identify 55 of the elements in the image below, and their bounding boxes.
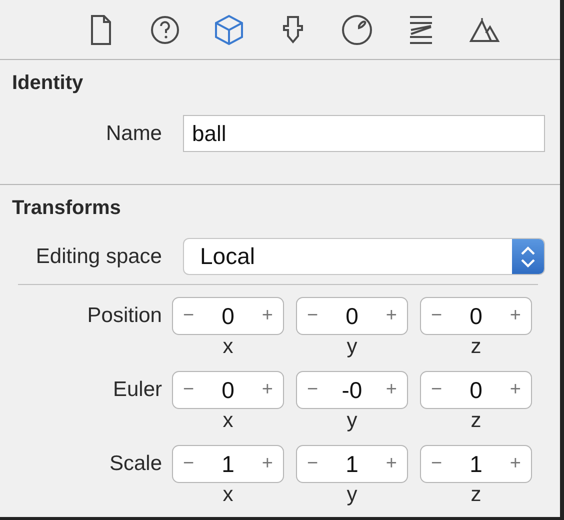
axis-label: x [222, 409, 234, 433]
stepper-value: 0 [468, 302, 484, 330]
field-label: Editing space [34, 244, 163, 268]
decrement-button[interactable]: − [297, 379, 328, 401]
stepper-value: 0 [220, 302, 236, 330]
chevrons-icon [520, 244, 536, 270]
field-label: Scale [108, 451, 163, 477]
number-stepper[interactable]: − 0 + [172, 297, 284, 335]
stepper-value: 1 [468, 450, 484, 478]
decrement-button[interactable]: − [297, 305, 328, 327]
axis-label: x [222, 335, 234, 359]
increment-button[interactable]: + [376, 305, 407, 327]
decrement-button[interactable]: − [421, 305, 452, 327]
field-label: Name [104, 122, 163, 146]
number-stepper[interactable]: − 0 + [420, 297, 532, 335]
number-stepper[interactable]: − 1 + [296, 445, 408, 483]
number-stepper[interactable]: − 0 + [296, 297, 408, 335]
decrement-button[interactable]: − [297, 453, 328, 475]
number-stepper[interactable]: − 0 + [420, 371, 532, 409]
number-stepper[interactable]: − -0 + [296, 371, 408, 409]
name-field[interactable]: ball [183, 115, 545, 152]
editing-space-popup[interactable]: Local [183, 238, 545, 275]
increment-button[interactable]: + [500, 305, 531, 327]
number-stepper[interactable]: − 1 + [172, 445, 284, 483]
increment-button[interactable]: + [500, 379, 531, 401]
increment-button[interactable]: + [376, 379, 407, 401]
decrement-button[interactable]: − [421, 453, 452, 475]
increment-button[interactable]: + [376, 453, 407, 475]
axis-label: z [470, 483, 482, 507]
stepper-value: 1 [344, 450, 360, 478]
axis-label: z [470, 335, 482, 359]
axis-label: z [470, 409, 482, 433]
decrement-button[interactable]: − [421, 379, 452, 401]
decrement-button[interactable]: − [173, 305, 204, 327]
decrement-button[interactable]: − [173, 379, 204, 401]
axis-label: y [346, 409, 358, 433]
field-label: Euler [112, 377, 163, 403]
field-label: Position [86, 303, 163, 329]
increment-button[interactable]: + [252, 379, 283, 401]
stepper-value: 1 [220, 450, 236, 478]
axis-label: y [346, 483, 358, 507]
stepper-value: -0 [340, 376, 364, 404]
number-stepper[interactable]: − 0 + [172, 371, 284, 409]
increment-button[interactable]: + [500, 453, 531, 475]
section-heading: Identity [12, 72, 84, 95]
stepper-value: 0 [344, 302, 360, 330]
stepper-value: 0 [220, 376, 236, 404]
section-heading: Transforms [12, 197, 121, 220]
increment-button[interactable]: + [252, 453, 283, 475]
stepper-value: 0 [468, 376, 484, 404]
decrement-button[interactable]: − [173, 453, 204, 475]
axis-label: x [222, 483, 234, 507]
number-stepper[interactable]: − 1 + [420, 445, 532, 483]
axis-label: y [346, 335, 358, 359]
increment-button[interactable]: + [252, 305, 283, 327]
